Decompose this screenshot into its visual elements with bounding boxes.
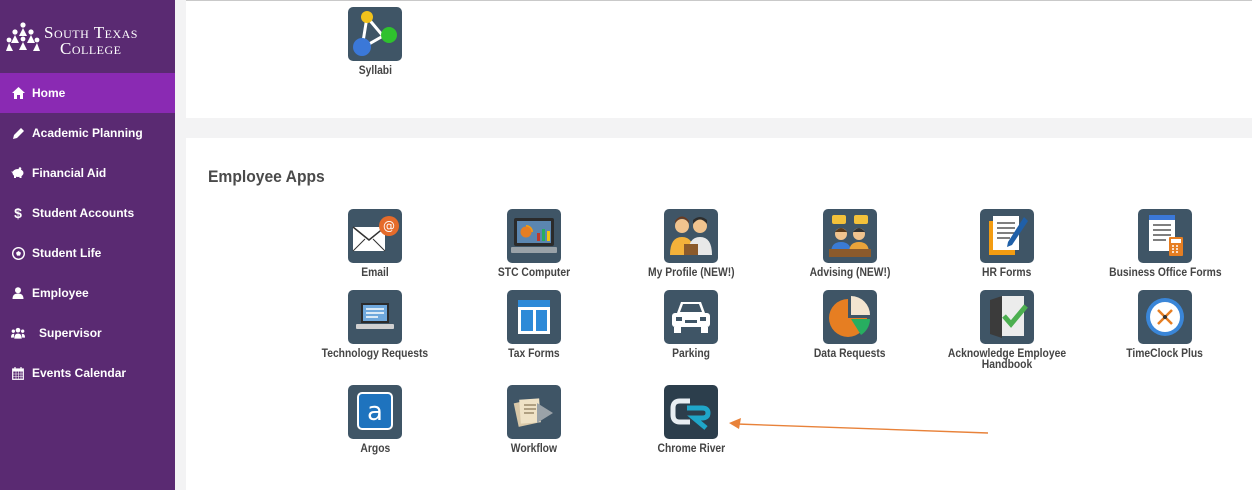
app-label: STC Computer (497, 265, 571, 279)
app-acknowledge-employee-handbook[interactable]: Acknowledge Employee Handbook (927, 290, 1087, 370)
app-label: Technology Requests (321, 346, 429, 360)
app-label: Advising (NEW!) (809, 265, 891, 279)
app-label: My Profile (NEW!) (647, 265, 735, 279)
argos-icon: a (348, 385, 402, 439)
sidebar-item-student-accounts[interactable]: $ Student Accounts (0, 193, 175, 233)
chrome-river-icon (664, 385, 718, 439)
college-name-line2: College (60, 39, 122, 58)
app-label: Syllabi (358, 63, 392, 77)
soccer-ball-icon (11, 246, 25, 260)
app-label: HR Forms (982, 265, 1032, 279)
sidebar-item-supervisor[interactable]: Supervisor (0, 313, 175, 353)
car-icon (664, 290, 718, 344)
sidebar-item-label: Supervisor (39, 326, 102, 340)
computer-icon (507, 209, 561, 263)
app-label: Parking (672, 346, 710, 360)
pie-chart-icon (823, 290, 877, 344)
app-label: Email (361, 265, 389, 279)
section-title: Employee Apps (208, 167, 325, 186)
workflow-icon (507, 385, 561, 439)
college-logo-icon (6, 22, 40, 51)
sidebar-edge (175, 0, 186, 490)
app-tax-forms[interactable]: Tax Forms (454, 290, 614, 359)
sidebar-item-academic-planning[interactable]: Academic Planning (0, 113, 175, 153)
hr-forms-icon (980, 209, 1034, 263)
tax-forms-icon (507, 290, 561, 344)
sidebar-item-label: Financial Aid (32, 166, 107, 180)
sidebar-item-student-life[interactable]: Student Life (0, 233, 175, 273)
profile-icon (664, 209, 718, 263)
sidebar-item-label: Events Calendar (32, 366, 127, 380)
app-stc-computer[interactable]: STC Computer (454, 209, 614, 278)
sidebar-item-events-calendar[interactable]: Events Calendar (0, 353, 175, 393)
sidebar-item-label: Home (32, 86, 66, 100)
app-label: Tax Forms (508, 346, 560, 360)
svg-text:@: @ (383, 219, 395, 233)
sidebar-item-home[interactable]: Home (0, 73, 175, 113)
sidebar-item-label: Academic Planning (32, 126, 143, 140)
business-forms-icon (1138, 209, 1192, 263)
laptop-icon (348, 290, 402, 344)
advising-icon (823, 209, 877, 263)
app-label: Chrome River (657, 441, 725, 455)
app-timeclock-plus[interactable]: TimeClock Plus (1085, 290, 1245, 359)
app-label: Business Office Forms (1108, 265, 1222, 279)
college-name: South Texas College (44, 24, 138, 58)
svg-text:a: a (367, 397, 383, 427)
app-argos[interactable]: a Argos (295, 385, 455, 454)
sidebar: South Texas College Home Academic Planni… (0, 0, 175, 490)
piggy-bank-icon (11, 166, 25, 180)
dollar-icon: $ (14, 205, 22, 221)
clock-icon (1138, 290, 1192, 344)
sidebar-item-label: Employee (32, 286, 89, 300)
app-data-requests[interactable]: Data Requests (770, 290, 930, 359)
app-label: Data Requests (814, 346, 886, 360)
pencil-icon (11, 126, 25, 140)
sidebar-item-financial-aid[interactable]: Financial Aid (0, 153, 175, 193)
college-logo[interactable]: South Texas College (0, 0, 175, 72)
app-email[interactable]: @ Email (295, 209, 455, 278)
app-parking[interactable]: Parking (611, 290, 771, 359)
users-icon (11, 326, 25, 340)
syllabi-network-icon (348, 7, 402, 61)
app-advising[interactable]: Advising (NEW!) (770, 209, 930, 278)
app-workflow[interactable]: Workflow (454, 385, 614, 454)
user-icon (11, 286, 25, 300)
sidebar-item-employee[interactable]: Employee (0, 273, 175, 313)
app-label: Argos (360, 441, 390, 455)
sidebar-item-label: Student Life (32, 246, 102, 260)
app-technology-requests[interactable]: Technology Requests (295, 290, 455, 359)
annotation-arrow (729, 418, 989, 434)
section-gap (186, 118, 1252, 138)
app-hr-forms[interactable]: HR Forms (927, 209, 1087, 278)
app-syllabi[interactable]: Syllabi (295, 7, 455, 76)
handbook-check-icon (980, 290, 1034, 344)
app-label: TimeClock Plus (1126, 346, 1204, 360)
calendar-icon (11, 366, 25, 380)
app-label: Acknowledge Employee Handbook (947, 346, 1067, 371)
app-label: Workflow (510, 441, 558, 455)
app-business-office-forms[interactable]: Business Office Forms (1085, 209, 1245, 278)
app-my-profile[interactable]: My Profile (NEW!) (611, 209, 771, 278)
home-icon (11, 86, 25, 100)
sidebar-item-label: Student Accounts (32, 206, 135, 220)
email-icon: @ (348, 209, 402, 263)
